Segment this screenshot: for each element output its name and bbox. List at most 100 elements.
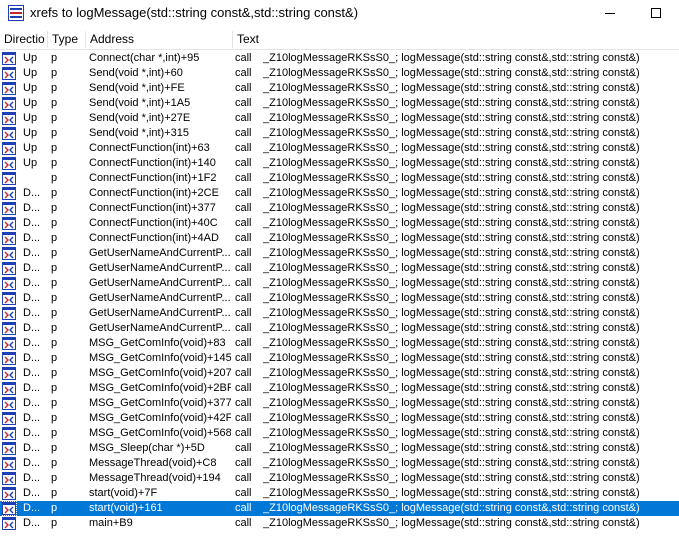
address-cell: ConnectFunction(int)+2CE (89, 187, 219, 199)
text-cell: _Z10logMessageRKSsS0_; logMessage(std::s… (263, 352, 640, 364)
xref-type-cell (2, 411, 18, 426)
minimize-button[interactable] (587, 0, 633, 26)
type-cell: p (51, 142, 58, 154)
text-cell: _Z10logMessageRKSsS0_; logMessage(std::s… (263, 367, 640, 379)
type-cell: p (51, 232, 58, 244)
xref-code-icon (2, 232, 16, 245)
xref-type-cell (2, 291, 18, 306)
kind-cell: call (235, 352, 252, 364)
address-cell: Send(void *,int)+27E (89, 112, 191, 124)
table-row[interactable]: Up p Send(void *,int)+1A5 call _Z10logMessag… (0, 96, 679, 111)
table-row[interactable]: D... p ConnectFunction(int)+377 call _Z10log… (0, 201, 679, 216)
xref-code-icon (2, 367, 16, 380)
text-cell: _Z10logMessageRKSsS0_; logMessage(std::s… (263, 97, 640, 109)
table-row[interactable]: D... p MSG_GetComInfo(void)+83 call _Z10logM… (0, 336, 679, 351)
table-row[interactable]: D... p GetUserNameAndCurrentP... call _Z10lo… (0, 276, 679, 291)
table-row[interactable]: D... p ConnectFunction(int)+2CE call _Z10log… (0, 186, 679, 201)
xref-code-icon (2, 382, 16, 395)
column-header-type[interactable]: Type (48, 30, 85, 49)
table-row[interactable]: D... p GetUserNameAndCurrentP... call _Z10lo… (0, 246, 679, 261)
xref-type-cell (2, 51, 18, 66)
table-row[interactable]: D... p GetUserNameAndCurrentP... call _Z10lo… (0, 291, 679, 306)
title-bar[interactable]: xrefs to logMessage(std::string const&,s… (0, 0, 679, 26)
direction-cell: Up (23, 52, 38, 64)
kind-cell: call (235, 82, 252, 94)
xref-code-icon (2, 172, 16, 185)
xref-type-cell (2, 441, 18, 456)
kind-cell: call (235, 442, 252, 454)
address-cell: ConnectFunction(int)+1F2 (89, 172, 217, 184)
table-row[interactable]: D... p MSG_GetComInfo(void)+42F call _Z10log… (0, 411, 679, 426)
xref-type-cell (2, 156, 18, 171)
type-cell: p (51, 502, 58, 514)
maximize-button[interactable] (633, 0, 679, 26)
table-row[interactable]: D... p ConnectFunction(int)+4AD call _Z10log… (0, 231, 679, 246)
table-row[interactable]: D... p GetUserNameAndCurrentP... call _Z10lo… (0, 306, 679, 321)
direction-cell: Up (23, 97, 38, 109)
column-header-text[interactable]: Text (233, 30, 679, 49)
table-row[interactable]: D... p start(void)+7F call _Z10logMessageRKS… (0, 486, 679, 501)
text-cell: _Z10logMessageRKSsS0_; logMessage(std::s… (263, 277, 640, 289)
minimize-icon (605, 13, 615, 14)
xref-type-cell (2, 426, 18, 441)
xref-code-icon (2, 501, 17, 516)
text-cell: _Z10logMessageRKSsS0_; logMessage(std::s… (263, 172, 640, 184)
direction-cell: D... (23, 247, 41, 259)
type-cell: p (51, 322, 58, 334)
direction-cell: D... (23, 352, 41, 364)
table-row[interactable]: Up p Send(void *,int)+315 call _Z10logMessag… (0, 126, 679, 141)
maximize-icon (651, 8, 661, 18)
table-row[interactable]: D... p MSG_GetComInfo(void)+207 call _Z10log… (0, 366, 679, 381)
table-row[interactable]: D... p MessageThread(void)+C8 call _Z10logMe… (0, 456, 679, 471)
column-header-address[interactable]: Address (86, 30, 232, 49)
table-row[interactable]: Up p Send(void *,int)+27E call _Z10logMessag… (0, 111, 679, 126)
table-row[interactable]: D... p MessageThread(void)+194 call _Z10logM… (0, 471, 679, 486)
kind-cell: call (235, 397, 252, 409)
table-row[interactable]: Up p Send(void *,int)+FE call _Z10logMessage… (0, 81, 679, 96)
type-cell: p (51, 517, 58, 529)
address-cell: MSG_GetComInfo(void)+2BF (89, 382, 231, 394)
text-cell: _Z10logMessageRKSsS0_; logMessage(std::s… (263, 487, 640, 499)
address-cell: Send(void *,int)+1A5 (89, 97, 191, 109)
text-cell: _Z10logMessageRKSsS0_; logMessage(std::s… (263, 442, 640, 454)
table-row[interactable]: D... p MSG_GetComInfo(void)+2BF call _Z10log… (0, 381, 679, 396)
type-cell: p (51, 427, 58, 439)
table-row[interactable]: D... p main+B9 call _Z10logMessageRKSsS0_; l… (0, 516, 679, 531)
table-row[interactable]: p ConnectFunction(int)+1F2 call _Z10logMess… (0, 171, 679, 186)
text-cell: _Z10logMessageRKSsS0_; logMessage(std::s… (263, 127, 640, 139)
xref-type-cell (2, 366, 18, 381)
direction-cell: Up (23, 142, 38, 154)
kind-cell: call (235, 367, 252, 379)
window-title: xrefs to logMessage(std::string const&,s… (30, 5, 359, 20)
text-cell: _Z10logMessageRKSsS0_; logMessage(std::s… (263, 307, 640, 319)
xref-type-cell (2, 501, 18, 516)
xref-type-cell (2, 396, 18, 411)
kind-cell: call (235, 502, 252, 514)
table-row-selected[interactable]: D... p start(void)+161 call _Z10logMessageRK… (0, 501, 679, 516)
direction-cell: D... (23, 367, 41, 379)
column-header-direction[interactable]: Directio (0, 30, 46, 49)
table-row[interactable]: D... p GetUserNameAndCurrentP... call _Z10lo… (0, 321, 679, 336)
table-row[interactable]: D... p GetUserNameAndCurrentP... call _Z10lo… (0, 261, 679, 276)
xref-list[interactable]: Up p Connect(char *,int)+95 call _Z10logMess… (0, 51, 679, 531)
kind-cell: call (235, 247, 252, 259)
table-row[interactable]: Up p Connect(char *,int)+95 call _Z10logMess… (0, 51, 679, 66)
table-row[interactable]: D... p MSG_GetComInfo(void)+377 call _Z10log… (0, 396, 679, 411)
table-row[interactable]: Up p Send(void *,int)+60 call _Z10logMessage… (0, 66, 679, 81)
table-row[interactable]: D... p MSG_GetComInfo(void)+145 call _Z10log… (0, 351, 679, 366)
table-row[interactable]: D... p ConnectFunction(int)+40C call _Z10log… (0, 216, 679, 231)
kind-cell: call (235, 412, 252, 424)
table-row[interactable]: Up p ConnectFunction(int)+140 call _Z10logMe… (0, 156, 679, 171)
type-cell: p (51, 487, 58, 499)
address-cell: GetUserNameAndCurrentP... (89, 262, 231, 274)
address-cell: ConnectFunction(int)+377 (89, 202, 216, 214)
kind-cell: call (235, 487, 252, 499)
direction-cell: D... (23, 232, 41, 244)
xref-code-icon (2, 277, 16, 290)
table-row[interactable]: D... p MSG_GetComInfo(void)+568 call _Z10log… (0, 426, 679, 441)
type-cell: p (51, 307, 58, 319)
address-cell: MessageThread(void)+C8 (89, 457, 217, 469)
kind-cell: call (235, 217, 252, 229)
table-row[interactable]: Up p ConnectFunction(int)+63 call _Z10logMes… (0, 141, 679, 156)
table-row[interactable]: D... p MSG_Sleep(char *)+5D call _Z10logMess… (0, 441, 679, 456)
